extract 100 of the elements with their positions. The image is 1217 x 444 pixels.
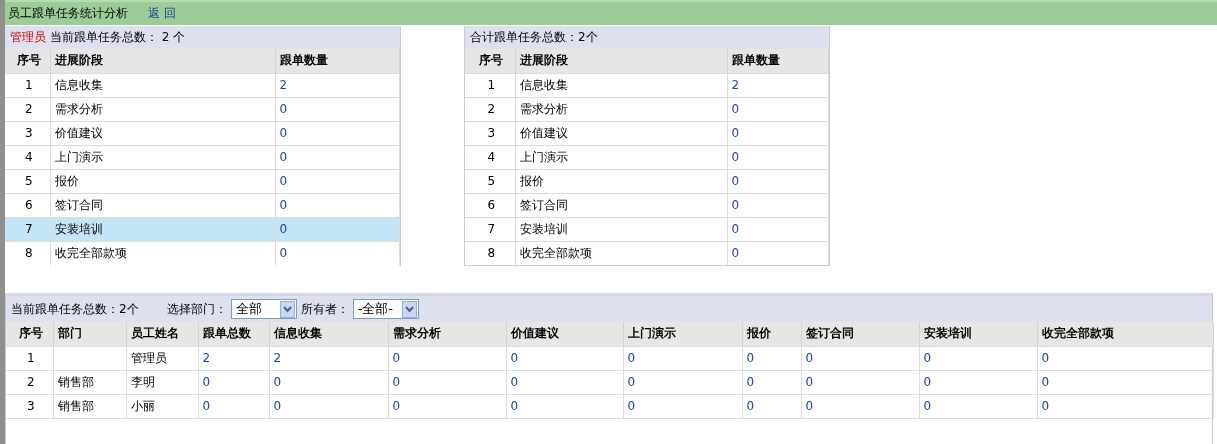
count-link[interactable]: 0 (731, 150, 740, 164)
count-link[interactable]: 0 (273, 375, 282, 389)
count-link[interactable]: 2 (731, 78, 740, 92)
table-row[interactable]: 5 报价 0 (465, 169, 829, 193)
table-cell: 签订合同 (519, 197, 568, 212)
table-row[interactable]: 2 需求分析 0 (465, 97, 829, 121)
count-link[interactable]: 0 (731, 126, 740, 140)
table-cell: 上门演示 (54, 149, 103, 164)
table-cell: 7 (487, 222, 496, 236)
count-link[interactable]: 2 (202, 351, 211, 365)
count-link[interactable]: 0 (1041, 399, 1050, 414)
count-link[interactable]: 0 (279, 150, 288, 164)
table-cell: 8 (24, 246, 33, 261)
count-link[interactable]: 0 (627, 375, 636, 389)
table-row[interactable]: 4 上门演示 0 (5, 145, 400, 169)
count-link[interactable]: 0 (731, 198, 740, 212)
column-header: 序号 (5, 49, 50, 73)
table-row[interactable]: 2 需求分析 0 (5, 97, 400, 121)
table-cell: 8 (487, 246, 496, 261)
table-cell: 信息收集 (54, 77, 103, 92)
count-link[interactable]: 0 (731, 102, 740, 116)
table-cell: 销售部 (57, 374, 94, 389)
column-header: 安装培训 (919, 322, 1037, 346)
table-cell: 销售部 (57, 398, 94, 413)
summary-text: 当前跟单任务总数： 2 个 (50, 29, 186, 46)
table-row[interactable]: 8 收完全部款项 0 (465, 241, 829, 265)
count-link[interactable]: 0 (202, 399, 211, 414)
count-link[interactable]: 0 (279, 246, 288, 261)
table-cell: 价值建议 (519, 125, 568, 140)
count-link[interactable]: 0 (731, 174, 740, 188)
table-cell: 小丽 (130, 398, 155, 413)
table-row[interactable]: 7 安装培训 0 (465, 217, 829, 241)
table-row[interactable]: 3 价值建议 0 (5, 121, 400, 145)
column-header: 信息收集 (269, 322, 388, 346)
department-select[interactable]: 全部 (230, 299, 297, 319)
count-link[interactable]: 0 (279, 126, 288, 140)
count-link[interactable]: 0 (746, 399, 755, 414)
count-link[interactable]: 0 (1041, 375, 1050, 389)
owner-select[interactable]: -全部- (352, 299, 419, 319)
table-cell: 2 (26, 375, 35, 389)
table-row[interactable]: 4 上门演示 0 (465, 145, 829, 169)
count-link[interactable]: 0 (923, 375, 932, 389)
count-link[interactable]: 0 (279, 102, 288, 116)
column-header: 进展阶段 (515, 49, 727, 73)
count-link[interactable]: 0 (923, 399, 932, 414)
count-link[interactable]: 0 (731, 222, 740, 236)
count-link[interactable]: 0 (731, 246, 740, 261)
count-link[interactable]: 0 (279, 174, 288, 188)
table-cell: 2 (487, 102, 496, 116)
table-cell: 管理员 (130, 350, 167, 365)
summary-text: 当前跟单任务总数：2个 (11, 300, 139, 318)
table-cell: 6 (24, 198, 33, 212)
table-row[interactable]: 8 收完全部款项 0 (5, 241, 400, 265)
column-header: 报价 (742, 322, 801, 346)
table-cell: 安装培训 (54, 221, 103, 236)
table-row[interactable]: 1 信息收集 2 (465, 73, 829, 97)
table-row[interactable]: 6 签订合同 0 (465, 193, 829, 217)
table-cell: 7 (24, 222, 33, 236)
table-cell: 安装培训 (519, 221, 568, 236)
column-header: 上门演示 (623, 322, 742, 346)
count-link[interactable]: 0 (279, 198, 288, 212)
count-link[interactable]: 0 (627, 351, 636, 365)
count-link[interactable]: 0 (746, 375, 755, 389)
table-row[interactable]: 5 报价 0 (5, 169, 400, 193)
table-cell: 信息收集 (519, 77, 568, 92)
count-link[interactable]: 2 (279, 78, 288, 92)
count-link[interactable]: 0 (510, 399, 519, 414)
column-header: 价值建议 (506, 322, 623, 346)
column-header: 员工姓名 (126, 322, 198, 346)
count-link[interactable]: 0 (510, 351, 519, 365)
count-link[interactable]: 0 (392, 375, 401, 389)
count-link[interactable]: 0 (392, 399, 401, 414)
count-link[interactable]: 0 (1041, 351, 1050, 365)
table-cell: 4 (487, 150, 496, 164)
table-cell: 价值建议 (54, 125, 103, 140)
table-cell: 1 (24, 78, 33, 92)
table-cell: 需求分析 (519, 101, 568, 116)
column-header: 签订合同 (801, 322, 919, 346)
count-link[interactable]: 0 (805, 375, 814, 389)
page-title: 员工跟单任务统计分析 (8, 5, 128, 22)
count-link[interactable]: 0 (627, 399, 636, 414)
count-link[interactable]: 0 (510, 375, 519, 389)
count-link[interactable]: 0 (273, 399, 282, 414)
table-cell: 收完全部款项 (519, 245, 592, 260)
table-cell: 需求分析 (54, 101, 103, 116)
count-link[interactable]: 2 (273, 351, 282, 365)
count-link[interactable]: 0 (746, 351, 755, 365)
column-header: 序号 (6, 322, 53, 346)
count-link[interactable]: 0 (279, 222, 288, 236)
count-link[interactable]: 0 (392, 351, 401, 365)
table-cell: 5 (24, 174, 33, 188)
table-cell: 报价 (519, 173, 544, 188)
count-link[interactable]: 0 (805, 351, 814, 365)
table-row[interactable]: 1 信息收集 2 (5, 73, 400, 97)
table-row[interactable]: 3 价值建议 0 (465, 121, 829, 145)
count-link[interactable]: 0 (202, 375, 211, 389)
user-name: 管理员 (10, 29, 46, 46)
count-link[interactable]: 0 (923, 351, 932, 365)
count-link[interactable]: 0 (805, 399, 814, 414)
back-link[interactable]: 返 回 (148, 5, 176, 22)
